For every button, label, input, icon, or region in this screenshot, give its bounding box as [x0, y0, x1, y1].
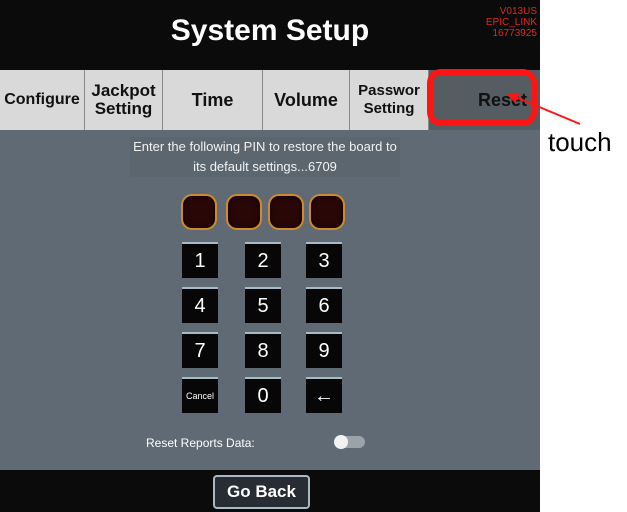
keypad-key-3[interactable]: 3: [306, 242, 342, 278]
pin-digit-4: [309, 194, 345, 230]
page-title: System Setup: [170, 14, 370, 47]
tab-time[interactable]: Time: [163, 70, 263, 130]
backspace-button[interactable]: ←: [306, 377, 342, 413]
touch-annotation-label: touch: [548, 127, 612, 157]
tab-label: Time: [191, 90, 234, 110]
keypad-key-6[interactable]: 6: [306, 287, 342, 323]
tab-label: Jackpot Setting: [91, 81, 156, 118]
tab-configure[interactable]: Configure: [0, 70, 85, 130]
keypad-key-9[interactable]: 9: [306, 332, 342, 368]
keypad-key-8[interactable]: 8: [245, 332, 281, 368]
keypad-key-1[interactable]: 1: [182, 242, 218, 278]
tab-label: Configure: [4, 91, 80, 108]
keypad-key-0[interactable]: 0: [245, 377, 281, 413]
keypad-cancel-button[interactable]: Cancel: [182, 377, 218, 413]
tab-password-setting[interactable]: Passwor Setting: [350, 70, 429, 130]
keypad-key-2[interactable]: 2: [245, 242, 281, 278]
keypad-key-5[interactable]: 5: [245, 287, 281, 323]
tab-volume[interactable]: Volume: [263, 70, 350, 130]
reset-tab-highlight: [427, 69, 537, 126]
toggle-knob: [334, 435, 348, 449]
reset-panel: Enter the following PIN to restore the b…: [0, 130, 540, 470]
reset-reports-label: Reset Reports Data:: [146, 436, 255, 450]
pin-digit-1: [181, 194, 217, 230]
tab-label: Volume: [274, 90, 338, 110]
keypad-key-7[interactable]: 7: [182, 332, 218, 368]
footer-bar: Go Back: [0, 470, 540, 512]
version-line: EPIC_LINK: [485, 17, 537, 28]
pin-digit-2: [226, 194, 262, 230]
reset-instruction: Enter the following PIN to restore the b…: [130, 137, 400, 177]
keypad-key-4[interactable]: 4: [182, 287, 218, 323]
go-back-button[interactable]: Go Back: [213, 475, 310, 509]
version-line: V013US: [499, 6, 537, 17]
tab-jackpot-setting[interactable]: Jackpot Setting: [85, 70, 163, 130]
version-line: 16773925: [492, 28, 538, 39]
reset-reports-toggle[interactable]: [334, 435, 365, 449]
version-info: V013US EPIC_LINK 16773925: [486, 6, 537, 39]
pin-digit-3: [268, 194, 304, 230]
header-bar: System Setup V013US EPIC_LINK 16773925: [0, 0, 540, 70]
tab-label: Passwor Setting: [358, 82, 420, 117]
